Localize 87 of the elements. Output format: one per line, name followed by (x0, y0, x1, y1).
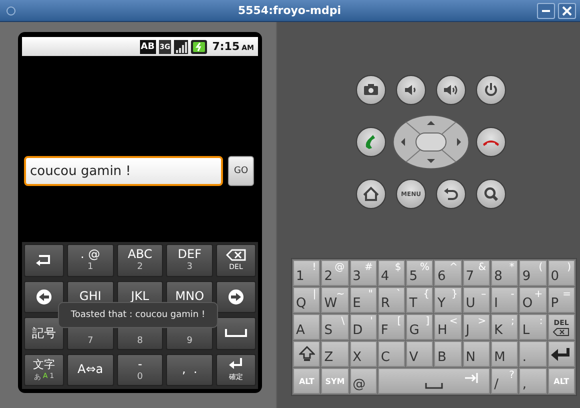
keyboard-key[interactable]: F [ (378, 314, 406, 340)
battery-charging-icon (191, 40, 208, 54)
close-icon (562, 6, 572, 16)
house-icon (361, 184, 381, 204)
keyboard-key[interactable]: B (434, 341, 462, 367)
close-button[interactable] (558, 2, 576, 18)
window-menu-icon (6, 6, 16, 16)
keyboard-key[interactable]: . @ 1 (67, 244, 114, 276)
keyboard-key[interactable]: S \ (321, 314, 349, 340)
enter-arrow-icon (550, 347, 572, 361)
keyboard-key[interactable]: P = (548, 287, 575, 313)
keyboard-key[interactable]: C (378, 341, 406, 367)
power-button[interactable] (476, 75, 506, 105)
input-method-badge: AB (140, 40, 156, 54)
keyboard-key[interactable]: . (519, 341, 547, 367)
tab-arrow-icon (465, 373, 480, 383)
keyboard-key[interactable]: 5 % (406, 260, 434, 286)
dpad-button[interactable] (392, 114, 470, 170)
keyboard-key[interactable]: / ? (491, 368, 518, 394)
go-button[interactable]: GO (228, 156, 254, 186)
text-input-field[interactable]: coucou gamin ! (24, 156, 223, 186)
enter-arrow-icon (228, 357, 244, 372)
keyboard-key[interactable]: DEF 3 (166, 244, 213, 276)
space-bar-icon (225, 329, 247, 338)
keyboard-key[interactable]: A⇔a (67, 354, 114, 386)
keyboard-key[interactable]: 記号 (24, 317, 64, 350)
keyboard-key[interactable]: I - (491, 287, 518, 313)
minimize-button[interactable] (537, 2, 555, 18)
keyboard-key[interactable]: V (406, 341, 434, 367)
volume-up-button[interactable] (436, 75, 466, 105)
keyboard-key[interactable]: 9 ( (519, 260, 547, 286)
keyboard-key[interactable]: @ (350, 368, 377, 394)
keyboard-key[interactable]: E " (350, 287, 377, 313)
search-button[interactable] (476, 179, 506, 209)
keyboard-key[interactable]: A (293, 314, 320, 340)
keyboard-key[interactable]: U – (462, 287, 490, 313)
keyboard-key[interactable]: 6 ^ (434, 260, 462, 286)
keyboard-key[interactable]: X (350, 341, 377, 367)
keyboard-key[interactable]: , . (166, 354, 213, 386)
keyboard-key[interactable]: Z (321, 341, 349, 367)
keyboard-key[interactable]: ABC 2 (116, 244, 164, 276)
window-title: 5554:froyo-mdpi (236, 4, 342, 17)
home-button[interactable] (356, 179, 386, 209)
keyboard-key[interactable]: Q | (293, 287, 320, 313)
minimize-icon (542, 10, 550, 12)
keyboard-key[interactable]: D ' (350, 314, 377, 340)
shift-arrow-icon (298, 346, 315, 362)
keyboard-key[interactable] (293, 341, 320, 367)
keyboard-key[interactable]: 2 @ (321, 260, 349, 286)
clock-time: 7:15 (212, 40, 240, 53)
return-arrow-icon (35, 254, 53, 266)
volume-down-button[interactable] (396, 75, 426, 105)
keyboard-key[interactable]: R ` (378, 287, 406, 313)
keyboard-key[interactable]: H < (434, 314, 462, 340)
keyboard-key[interactable] (24, 280, 64, 313)
keyboard-key[interactable]: N (462, 341, 490, 367)
space-bar-icon (424, 383, 443, 389)
backspace-icon (226, 248, 246, 261)
keyboard-key[interactable]: - 0 (116, 354, 164, 386)
keyboard-key[interactable] (24, 244, 64, 276)
call-button[interactable] (356, 127, 386, 157)
end-call-button[interactable] (476, 127, 506, 157)
keyboard-key[interactable]: , (519, 368, 547, 394)
keyboard-key[interactable]: 1 ! (293, 260, 320, 286)
message-toast: Toasted that : coucou gamin ! (58, 302, 218, 328)
keyboard-key[interactable] (216, 280, 256, 313)
keyboard-key[interactable]: K ; (491, 314, 518, 340)
phone-handset-icon (483, 138, 499, 146)
back-button[interactable] (436, 179, 466, 209)
keyboard-key[interactable]: 0 ) (548, 260, 575, 286)
keyboard-key[interactable]: J > (462, 314, 490, 340)
keyboard-key[interactable]: 7 & (462, 260, 490, 286)
keyboard-key[interactable]: M (491, 341, 518, 367)
keyboard-key[interactable]: O + (519, 287, 547, 313)
keyboard-key[interactable]: 3 # (350, 260, 377, 286)
keyboard-key[interactable]: L : (519, 314, 547, 340)
backspace-icon (553, 328, 570, 336)
keyboard-key[interactable] (216, 317, 256, 350)
keyboard-key[interactable]: 8 * (491, 260, 518, 286)
signal-icon (174, 40, 188, 54)
keyboard-key[interactable]: W ~ (321, 287, 349, 313)
keyboard-key[interactable]: G ] (406, 314, 434, 340)
camera-button[interactable] (356, 75, 386, 105)
keyboard-key[interactable]: T { (406, 287, 434, 313)
keyboard-key[interactable]: 4 $ (378, 260, 406, 286)
keyboard-key[interactable]: Y } (434, 287, 462, 313)
keyboard-key[interactable] (548, 341, 575, 367)
